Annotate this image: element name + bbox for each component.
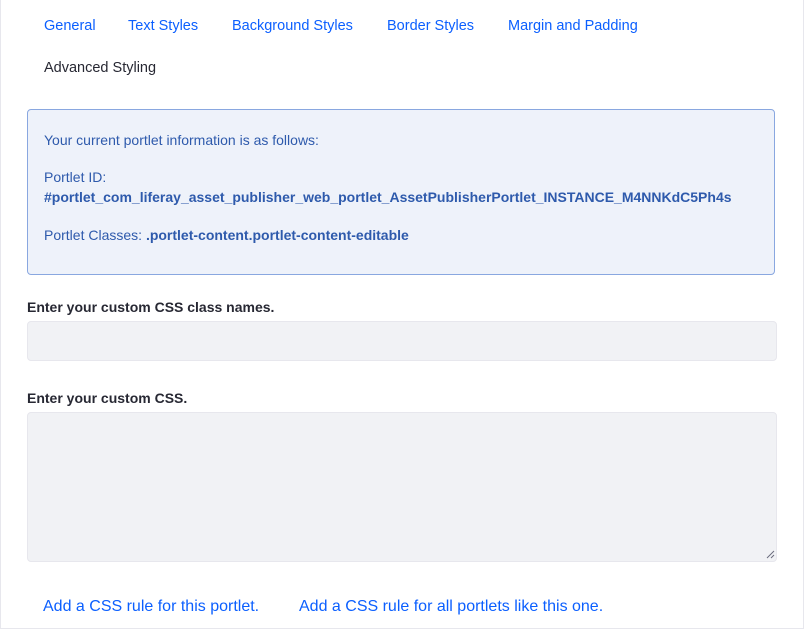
tab-margin-and-padding[interactable]: Margin and Padding [508, 17, 638, 35]
css-class-names-label: Enter your custom CSS class names. [27, 299, 275, 315]
css-class-names-input[interactable] [27, 321, 777, 361]
tab-general[interactable]: General [44, 17, 96, 35]
custom-css-textarea[interactable] [27, 412, 777, 562]
portlet-info-alert: Your current portlet information is as f… [27, 109, 775, 275]
tab-border-styles[interactable]: Border Styles [387, 17, 474, 35]
portlet-classes-line: Portlet Classes: .portlet-content.portle… [44, 226, 409, 244]
custom-css-label: Enter your custom CSS. [27, 390, 188, 406]
add-css-rule-this-portlet-link[interactable]: Add a CSS rule for this portlet. [43, 597, 259, 617]
portlet-info-intro: Your current portlet information is as f… [44, 132, 319, 148]
tab-text-styles[interactable]: Text Styles [128, 17, 198, 35]
resize-handle-icon[interactable] [765, 549, 775, 559]
style-tabs: General Text Styles Background Styles Bo… [0, 0, 804, 100]
tab-background-styles[interactable]: Background Styles [232, 17, 353, 35]
add-css-rule-all-portlets-link[interactable]: Add a CSS rule for all portlets like thi… [299, 597, 603, 617]
portlet-id-label: Portlet ID: [44, 169, 107, 185]
portlet-classes-value: .portlet-content.portlet-content-editabl… [145, 227, 409, 243]
portlet-id-value: #portlet_com_liferay_asset_publisher_web… [44, 189, 732, 205]
portlet-classes-label: Portlet Classes: [44, 227, 143, 243]
tab-advanced-styling[interactable]: Advanced Styling [44, 59, 156, 77]
